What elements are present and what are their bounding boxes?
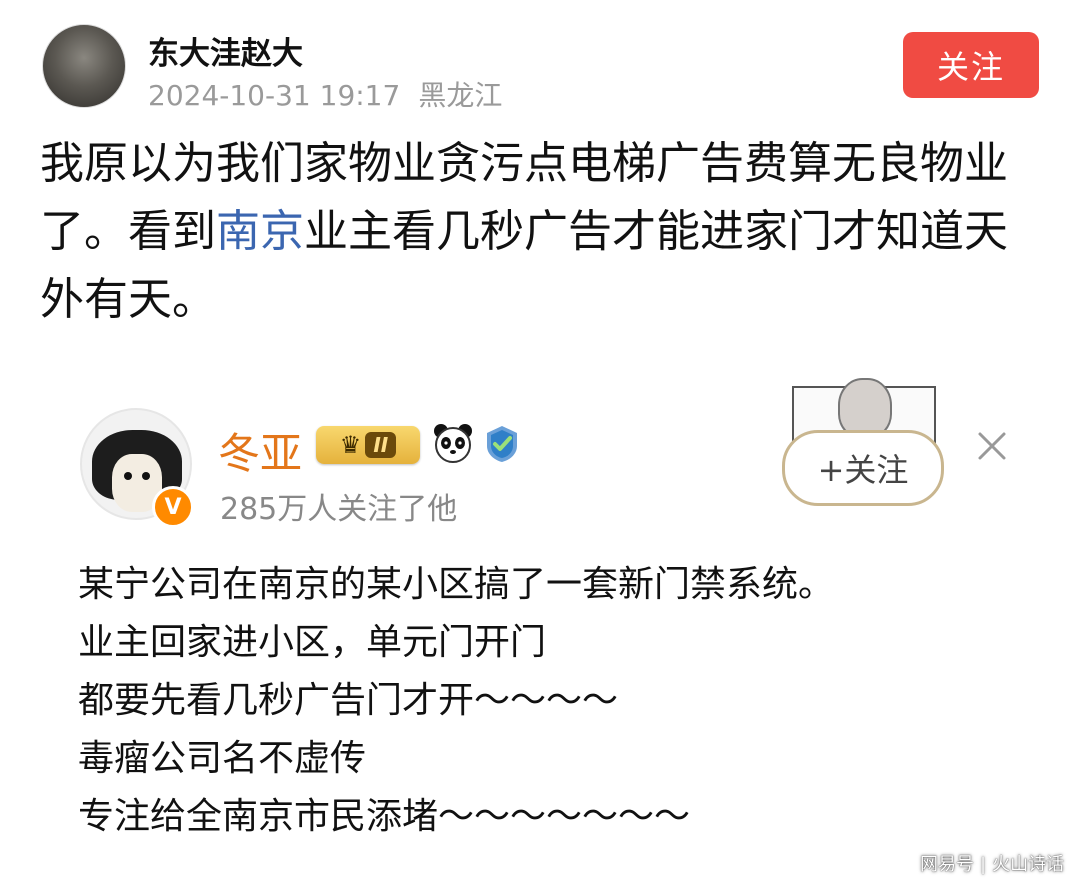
watermark-separator: |	[980, 854, 987, 875]
panda-icon	[434, 424, 472, 463]
quoted-follow-button[interactable]: +关注	[782, 430, 944, 506]
vip-crown-icon: ♛	[339, 431, 362, 459]
quoted-username[interactable]: 冬亚	[218, 420, 302, 481]
location-link[interactable]: 南京	[216, 206, 304, 257]
quoted-text-line: 业主回家进小区，单元门开门	[78, 622, 547, 663]
post-meta: 2024-10-31 19:17 黑龙江	[148, 74, 502, 114]
quoted-text-line: 都要先看几秒广告门才开～～～～	[78, 680, 619, 721]
watermark-source: 网易号	[920, 854, 974, 875]
verified-shield-icon	[487, 426, 517, 462]
author-avatar[interactable]	[42, 24, 126, 108]
close-icon[interactable]	[972, 426, 1012, 466]
watermark: 网易号 | 火山诗话	[920, 850, 1064, 876]
post-location: 黑龙江	[418, 79, 503, 112]
author-username[interactable]: 东大洼赵大	[148, 28, 303, 73]
follower-count: 285万人关注了他	[220, 492, 458, 527]
avatar-eye	[124, 472, 132, 480]
post-body: 我原以为我们家物业贪污点电梯广告费算无良物业了。看到南京业主看几秒广告才能进家门…	[40, 130, 1050, 334]
avatar-eye	[142, 472, 150, 480]
watermark-author: 火山诗话	[992, 854, 1065, 875]
vip-level: II	[365, 432, 397, 458]
quoted-text-line: 毒瘤公司名不虚传	[78, 738, 367, 779]
quoted-text-line: 某宁公司在南京的某小区搞了一套新门禁系统。	[78, 564, 835, 605]
sticker-character	[838, 378, 892, 438]
follow-button[interactable]: 关注	[903, 32, 1039, 98]
verified-v-badge: V	[152, 486, 194, 528]
vip-badge: ♛ II	[316, 426, 420, 464]
post-date: 2024-10-31 19:17	[148, 79, 401, 112]
quoted-text-line: 专注给全南京市民添堵～～～～～～～	[78, 796, 691, 837]
